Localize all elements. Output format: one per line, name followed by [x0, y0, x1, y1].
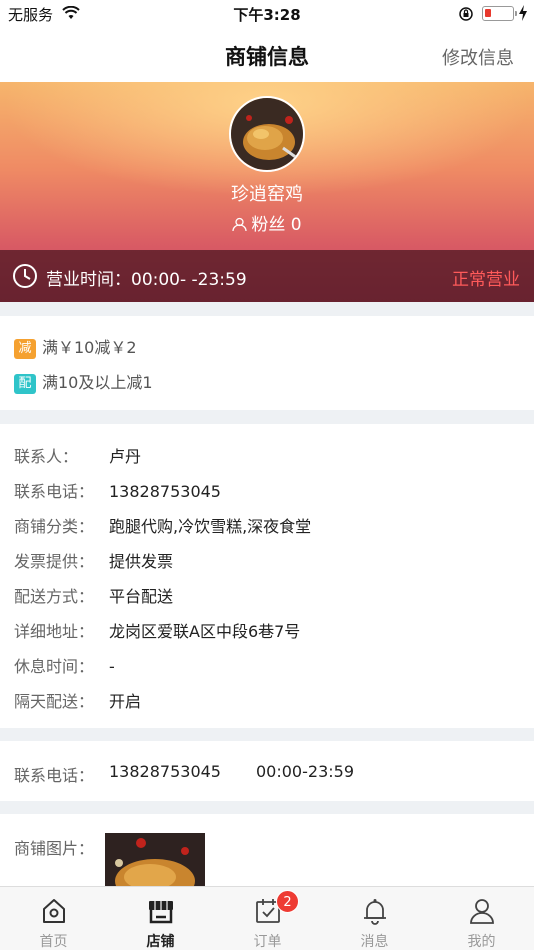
info-label: 发票提供：: [14, 552, 95, 571]
shop-icon: [147, 897, 175, 925]
tab-shop[interactable]: 店铺: [107, 887, 214, 950]
status-bar: 无服务 下午3:28: [0, 0, 534, 28]
info-label: 联系电话：: [14, 482, 95, 501]
business-status: 正常营业: [452, 270, 520, 290]
info-row-contact: 联系人： 卢丹: [14, 443, 141, 467]
tab-orders[interactable]: 订单: [214, 887, 321, 950]
info-value: 平台配送: [109, 587, 174, 606]
tab-label: 我的: [467, 934, 496, 950]
tab-bar: 首页 店铺 订单 消息 我的: [0, 886, 534, 950]
shop-image-thumbnail[interactable]: [105, 833, 205, 886]
info-value: 龙岗区爱联A区中段6巷7号: [109, 622, 301, 641]
shop-images-label: 商铺图片：: [14, 839, 95, 858]
tab-label: 首页: [39, 934, 68, 950]
business-hours: 营业时间：00:00- -23:59: [46, 270, 247, 290]
promotion-item: 减满￥10减￥2: [14, 334, 137, 359]
orders-badge: 2: [276, 890, 299, 913]
info-label: 联系人：: [14, 447, 79, 466]
info-row-next-day: 隔天配送： 开启: [14, 688, 141, 712]
info-value: 开启: [109, 692, 142, 711]
clock-icon: [12, 263, 38, 293]
shop-info-section: 联系人： 卢丹 联系电话： 13828753045 商铺分类： 跑腿代购,冷饮雪糕,深…: [0, 424, 534, 728]
promotion-item: 配满10及以上减1: [14, 369, 153, 394]
tab-label: 订单: [253, 934, 282, 950]
info-value: 提供发票: [109, 552, 174, 571]
user-icon: [468, 897, 496, 925]
info-row-category: 商铺分类： 跑腿代购,冷饮雪糕,深夜食堂: [14, 513, 311, 537]
info-row-rest-time: 休息时间： -: [14, 653, 115, 677]
shop-images-section: 商铺图片：: [0, 814, 534, 886]
tab-home[interactable]: 首页: [0, 887, 107, 950]
contact-hours: 00:00-23:59: [256, 762, 354, 781]
user-icon: [232, 217, 248, 232]
tab-label: 店铺: [146, 934, 175, 950]
shop-header: 珍逍窑鸡 粉丝 0 营业时间：00:00- -23:59 正常营业: [0, 82, 534, 302]
info-value: 跑腿代购,冷饮雪糕,深夜食堂: [109, 517, 312, 536]
contact-label: 联系电话：: [14, 766, 95, 785]
info-label: 详细地址：: [14, 622, 95, 641]
business-hours-bar: 营业时间：00:00- -23:59 正常营业: [0, 250, 534, 302]
rotation-lock-icon: [458, 6, 474, 26]
discount-tag: 减: [14, 339, 36, 359]
tab-messages[interactable]: 消息: [321, 887, 428, 950]
clock-time: 下午3:28: [233, 6, 301, 24]
tab-label: 消息: [360, 934, 389, 950]
promotion-text: 满10及以上减1: [42, 373, 153, 392]
fans-label: 粉丝 0: [251, 215, 302, 235]
info-value: 卢丹: [109, 447, 142, 466]
home-icon: [40, 897, 68, 925]
shop-name: 珍逍窑鸡: [231, 184, 303, 205]
info-row-address: 详细地址： 龙岗区爱联A区中段6巷7号: [14, 618, 300, 642]
info-label: 隔天配送：: [14, 692, 95, 711]
tab-profile[interactable]: 我的: [428, 887, 534, 950]
info-label: 休息时间：: [14, 657, 95, 676]
promotion-text: 满￥10减￥2: [42, 338, 137, 357]
fans-count: 粉丝 0: [0, 210, 534, 235]
promotions-section: 减满￥10减￥2 配满10及以上减1: [0, 316, 534, 410]
delivery-tag: 配: [14, 374, 36, 394]
bell-icon: [361, 897, 389, 925]
info-row-invoice: 发票提供： 提供发票: [14, 548, 173, 572]
contact-phone[interactable]: 13828753045: [109, 762, 221, 781]
info-label: 配送方式：: [14, 587, 95, 606]
charging-icon: [518, 5, 528, 25]
contact-section: 联系电话： 13828753045 00:00-23:59: [0, 741, 534, 801]
info-row-phone: 联系电话： 13828753045: [14, 478, 221, 502]
edit-info-button[interactable]: 修改信息: [442, 44, 514, 70]
info-value[interactable]: 13828753045: [109, 482, 221, 501]
shop-avatar[interactable]: [229, 96, 305, 172]
info-label: 商铺分类：: [14, 517, 95, 536]
info-value: -: [109, 657, 115, 676]
info-row-delivery: 配送方式： 平台配送: [14, 583, 173, 607]
battery-icon: [482, 6, 517, 21]
nav-bar: 商铺信息 修改信息: [0, 28, 534, 82]
